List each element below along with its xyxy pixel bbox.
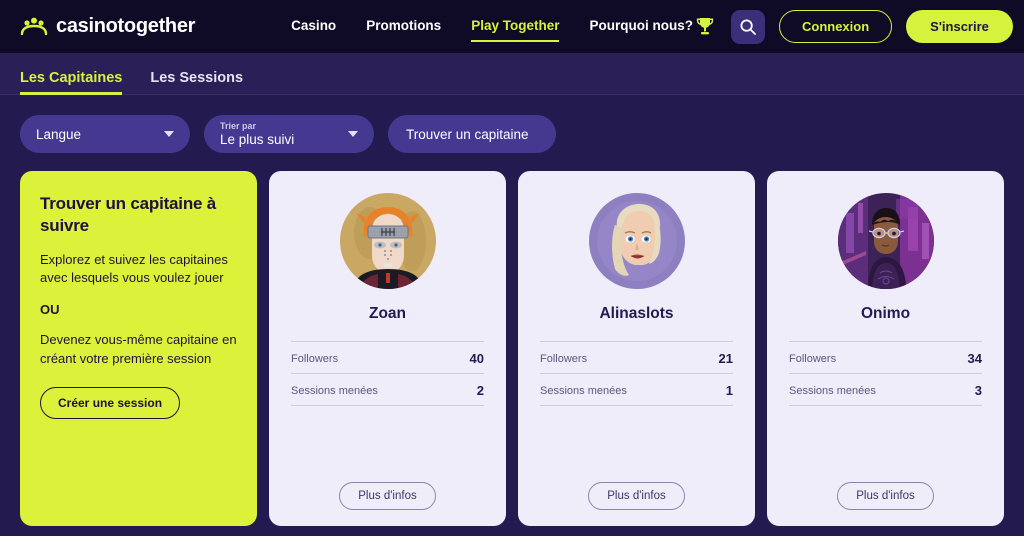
signup-button[interactable]: S'inscrire [906, 10, 1013, 43]
avatar-alinaslots [588, 193, 685, 289]
trophy-icon[interactable] [693, 14, 717, 40]
avatar-onimo [837, 193, 934, 289]
promo-or-divider: OU [40, 302, 60, 318]
tab-les-sessions[interactable]: Les Sessions [150, 70, 243, 95]
stat-followers: Followers 34 [789, 341, 982, 373]
brand-logo-link[interactable]: casinotogether [20, 15, 195, 39]
captain-card[interactable]: Zoan Followers 40 Sessions menées 2 Plus… [269, 171, 506, 526]
stat-sessions-label: Sessions menées [291, 384, 378, 397]
nav-item-pourquoi-nous[interactable]: Pourquoi nous? [589, 18, 693, 36]
more-info-button[interactable]: Plus d'infos [588, 482, 685, 510]
chevron-down-icon [348, 131, 358, 137]
promo-title: Trouver un capitaine à suivre [40, 194, 217, 235]
stat-sessions-value: 3 [974, 383, 982, 398]
captain-stats: Followers 34 Sessions menées 3 [789, 341, 982, 406]
main-nav: Casino Promotions Play Together Pourquoi… [291, 18, 693, 42]
captain-search-placeholder: Trouver un capitaine [406, 126, 529, 142]
stat-sessions-value: 1 [725, 383, 733, 398]
stat-followers-label: Followers [789, 352, 837, 365]
captain-search-input[interactable]: Trouver un capitaine [388, 115, 556, 153]
captain-name: Alinaslots [599, 305, 674, 322]
header-actions: Connexion S'inscrire [693, 9, 1013, 44]
avatar-zoan [339, 193, 436, 289]
nav-item-casino[interactable]: Casino [291, 18, 336, 36]
sort-filter-label: Trier par [220, 120, 257, 131]
captain-name: Zoan [368, 305, 407, 322]
stat-followers-value: 40 [469, 351, 484, 366]
more-info-button[interactable]: Plus d'infos [837, 482, 934, 510]
create-session-button[interactable]: Créer une session [40, 386, 181, 419]
tab-les-capitaines[interactable]: Les Capitaines [20, 70, 123, 95]
captain-name: Onimo [860, 305, 911, 322]
nav-item-promotions[interactable]: Promotions [366, 18, 441, 36]
filter-bar: Langue Trier par Le plus suivi Trouver u… [20, 115, 1004, 153]
sort-filter-dropdown[interactable]: Trier par Le plus suivi [204, 115, 374, 153]
more-info-button[interactable]: Plus d'infos [339, 482, 436, 510]
stat-sessions: Sessions menées 1 [540, 373, 733, 406]
language-filter-label: Langue [36, 126, 82, 142]
promo-paragraph-1: Explorez et suivez les capitaines avec l… [40, 251, 228, 286]
stat-sessions: Sessions menées 3 [789, 373, 982, 406]
stat-followers-value: 34 [967, 351, 982, 366]
captain-stats: Followers 21 Sessions menées 1 [540, 341, 733, 406]
search-icon[interactable] [730, 9, 765, 44]
stat-sessions: Sessions menées 2 [291, 373, 484, 406]
captain-card[interactable]: Alinaslots Followers 21 Sessions menées … [518, 171, 755, 526]
captain-card[interactable]: Onimo Followers 34 Sessions menées 3 Plu… [767, 171, 1004, 526]
site-header: casinotogether Casino Promotions Play To… [0, 0, 1024, 53]
stat-followers-label: Followers [291, 352, 339, 365]
stat-followers: Followers 21 [540, 341, 733, 373]
sort-filter-value: Le plus suivi [220, 131, 295, 147]
promo-card: Trouver un capitaine à suivre Explorez e… [20, 171, 257, 526]
page-content: Langue Trier par Le plus suivi Trouver u… [0, 95, 1024, 536]
stat-sessions-label: Sessions menées [789, 384, 876, 397]
stat-sessions-value: 2 [476, 383, 484, 398]
nav-item-play-together[interactable]: Play Together [471, 18, 560, 42]
stat-followers-label: Followers [540, 352, 588, 365]
captains-grid: Trouver un capitaine à suivre Explorez e… [20, 171, 1004, 526]
stat-sessions-label: Sessions menées [540, 384, 627, 397]
language-filter-dropdown[interactable]: Langue [20, 115, 190, 153]
people-group-icon [20, 15, 48, 39]
captain-stats: Followers 40 Sessions menées 2 [291, 341, 484, 406]
brand-name: casinotogether [56, 15, 196, 37]
section-tabs: Les Capitaines Les Sessions [0, 53, 1024, 95]
stat-followers: Followers 40 [291, 341, 484, 373]
promo-paragraph-2: Devenez vous-même capitaine en créant vo… [40, 332, 237, 367]
stat-followers-value: 21 [718, 351, 733, 366]
login-button[interactable]: Connexion [778, 10, 893, 43]
chevron-down-icon [164, 131, 174, 137]
